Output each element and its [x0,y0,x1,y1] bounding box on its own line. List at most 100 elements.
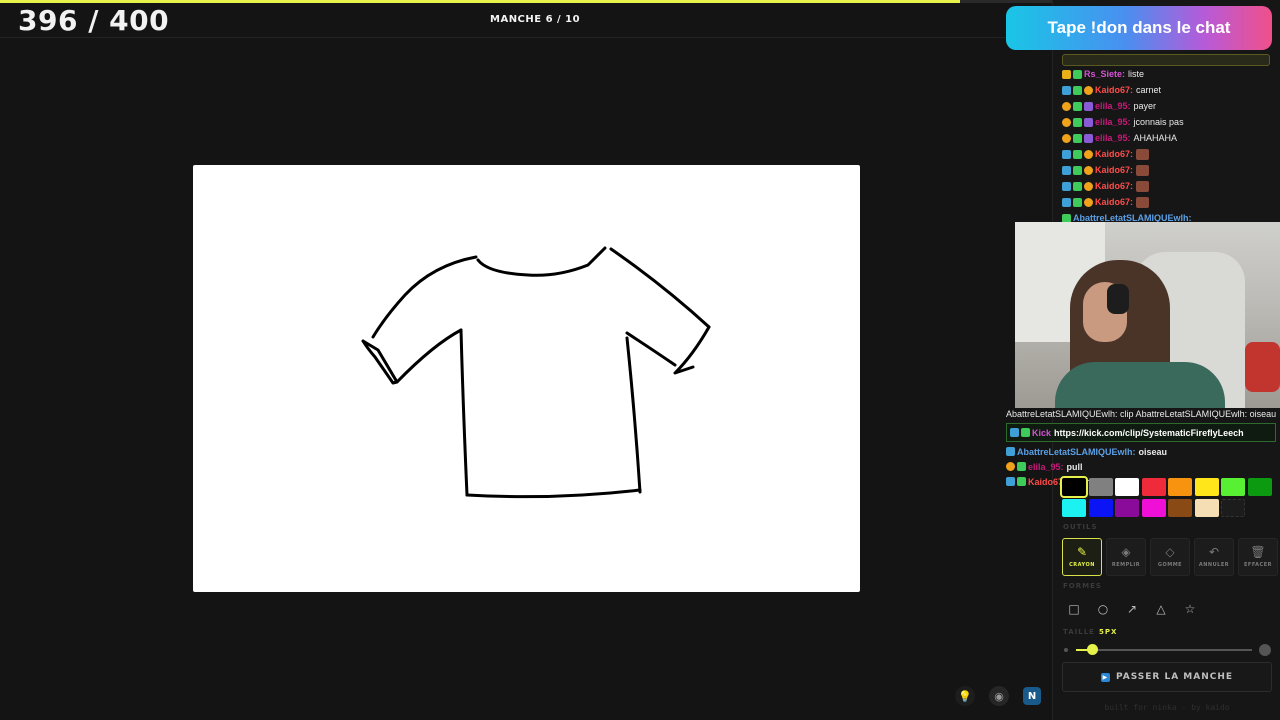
badge-icon [1073,85,1082,95]
header-divider [0,37,1052,38]
color-swatch[interactable] [1168,478,1192,496]
color-swatch[interactable] [1168,499,1192,517]
tool-crayon-button[interactable]: ✎ CRAYON [1062,538,1102,576]
chat-username[interactable]: Kaido67: [1095,165,1133,175]
pencil-icon: ✎ [1076,545,1088,559]
color-swatch[interactable] [1141,499,1166,517]
skip-icon: ▶ [1100,672,1110,682]
chat-line: elila_95: payer [1062,98,1272,114]
badge-icon [1073,133,1082,143]
tool-remplir-button[interactable]: ◈ REMPLIR [1106,538,1146,576]
chat-username[interactable]: elila_95: [1028,462,1064,472]
badge-icon [1006,447,1015,456]
color-swatch[interactable] [1062,499,1086,517]
chat-message: liste [1128,69,1145,79]
chat-username[interactable]: elila_95: [1095,117,1131,127]
color-swatch[interactable] [1115,499,1139,517]
badge-icon [1073,101,1082,111]
app-logo-icon[interactable]: N [1023,687,1041,705]
color-swatch[interactable] [1088,478,1113,496]
badge-icon [1062,85,1071,95]
rectangle-icon[interactable]: □ [1062,597,1086,621]
badge-icon [1062,197,1071,207]
emote-icon [1136,164,1150,176]
badge-icon [1073,197,1082,207]
chat-username[interactable]: Rs_Siete: [1084,69,1125,79]
chat-line: AbattreLetatSLAMIQUEwlh: oiseau [1006,444,1276,459]
tool-bar: ✎ CRAYON ◈ REMPLIR ◇ GOMME ↶ ANNULER 🗑 EFFACER [1062,538,1278,576]
color-swatch[interactable] [1247,478,1272,496]
clip-link-line[interactable]: Kick https://kick.com/clip/SystematicFir… [1006,423,1276,442]
slider-knob[interactable] [1086,644,1098,655]
badge-icon [1062,101,1071,111]
chat-line: Kaido67: [1062,194,1272,210]
webcam-overlay [1015,222,1280,408]
star-icon[interactable]: ☆ [1178,597,1202,621]
chat-message: payer [1133,101,1157,111]
color-swatch[interactable] [1088,499,1113,517]
chat-log: Rs_Siete: liste Kaido67: carnet elila_95: pay… [1062,66,1272,238]
color-swatch[interactable] [1194,499,1219,517]
color-swatch[interactable] [1221,478,1245,496]
skip-round-button[interactable]: ▶ PASSER LA MANCHE [1062,662,1272,692]
chat-username[interactable]: elila_95: [1095,133,1131,143]
chat-line: Kaido67: [1062,178,1272,194]
tool-label: GOMME [1157,562,1183,568]
donation-banner: Tape !don dans le chat [1006,6,1272,50]
chat-username[interactable]: elila_95: [1095,101,1131,111]
tool-annuler-button[interactable]: ↶ ANNULER [1194,538,1234,576]
chat-line: Rs_Siete: liste [1062,66,1272,82]
emote-icon [1136,196,1150,208]
tool-label: ANNULER [1198,562,1230,568]
tools-label: OUTILS [1063,523,1098,531]
badge-icon [1084,133,1093,143]
eye-icon[interactable]: ◉ [989,686,1009,706]
color-swatch[interactable] [1141,478,1166,496]
badge-icon [1084,101,1093,111]
hint-bulb-icon[interactable]: 💡 [955,686,975,706]
badge-icon [1062,181,1071,191]
footer-credit: built for ninka - by kaido [1104,703,1230,712]
color-swatch[interactable] [1194,478,1219,496]
custom-color-swatch[interactable] [1221,499,1245,517]
emote-icon [1136,148,1150,160]
badge-icon [1084,85,1093,95]
shapes-label: FORMES [1063,582,1102,590]
tool-gomme-button[interactable]: ◇ GOMME [1150,538,1190,576]
badge-icon [1006,462,1015,471]
triangle-icon[interactable]: △ [1149,597,1173,621]
chat-line: elila_95: jconnais pas [1062,114,1272,130]
badge-icon [1062,149,1071,159]
tool-label: CRAYON [1069,562,1095,568]
round-indicator: MANCHE 6 / 10 [490,14,581,25]
drawing-canvas[interactable] [193,165,860,592]
badge-icon [1073,69,1082,79]
color-swatch[interactable] [1060,476,1088,498]
badge-icon [1084,197,1093,207]
chat-line: Kaido67: [1062,162,1272,178]
chat-username[interactable]: Kaido67: [1095,149,1133,159]
ellipse-icon[interactable]: ○ [1091,597,1115,621]
badge-icon [1062,165,1071,175]
badge-icon [1010,428,1019,437]
chat-username[interactable]: Kaido67: [1095,181,1133,191]
chat-line: Kaido67: carnet [1062,82,1272,98]
badge-icon [1084,181,1093,191]
badge-icon [1084,149,1093,159]
chat-username[interactable]: Kaido67: [1028,477,1066,487]
chat-username[interactable]: Kaido67: [1095,197,1133,207]
round-progress-fill [0,0,960,3]
arrow-icon[interactable]: ↗ [1120,597,1144,621]
badge-icon [1062,133,1071,143]
badge-icon [1006,477,1015,486]
chat-username[interactable]: AbattreLetatSLAMIQUEwlh: [1017,447,1136,457]
clip-link[interactable]: https://kick.com/clip/SystematicFireflyL… [1054,428,1244,438]
shape-bar: □ ○ ↗ △ ☆ [1062,597,1202,621]
color-swatch[interactable] [1115,478,1139,496]
tshirt-drawing [361,246,711,499]
brush-size-slider[interactable] [1064,643,1272,657]
chat-overlay-lower: AbattreLetatSLAMIQUEwlh: clip AbattreLet… [1006,406,1276,489]
tool-effacer-button[interactable]: 🗑 EFFACER [1238,538,1278,576]
badge-icon [1084,165,1093,175]
chat-username[interactable]: Kaido67: [1095,85,1133,95]
